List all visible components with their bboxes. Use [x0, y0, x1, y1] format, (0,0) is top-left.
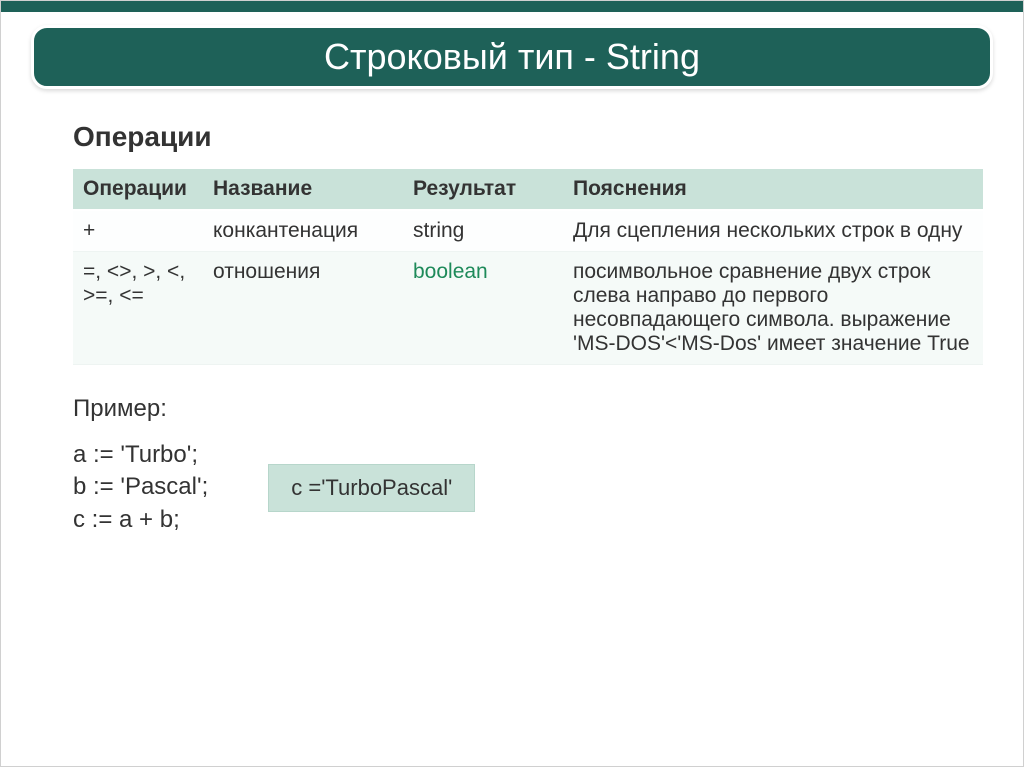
example-block: Пример: a := 'Turbo'; b := 'Pascal'; c :… [73, 395, 983, 536]
table-header-desc: Пояснения [563, 169, 983, 210]
cell-result: string [403, 210, 563, 252]
table-header-name: Название [203, 169, 403, 210]
cell-result: boolean [403, 252, 563, 365]
code-line: c := a + b; [73, 504, 208, 536]
cell-desc: Для сцепления нескольких строк в одну [563, 210, 983, 252]
slide-title: Строковый тип - String [324, 36, 700, 78]
table-header-result: Результат [403, 169, 563, 210]
cell-name: отношения [203, 252, 403, 365]
table-header-op: Операции [73, 169, 203, 210]
cell-desc: посимвольное сравнение двух строк слева … [563, 252, 983, 365]
title-bar: Строковый тип - String [31, 25, 993, 89]
cell-op: + [73, 210, 203, 252]
table-header-row: Операции Название Результат Пояснения [73, 169, 983, 210]
top-stripe [1, 1, 1023, 12]
example-code: a := 'Turbo'; b := 'Pascal'; c := a + b; [73, 439, 208, 536]
cell-op: =, <>, >, <, >=, <= [73, 252, 203, 365]
section-heading: Операции [73, 121, 983, 153]
example-row: a := 'Turbo'; b := 'Pascal'; c := a + b;… [73, 439, 983, 536]
code-line: b := 'Pascal'; [73, 471, 208, 503]
example-result: c ='TurboPascal' [268, 464, 475, 512]
slide-container: Строковый тип - String Операции Операции… [0, 0, 1024, 767]
example-label: Пример: [73, 395, 983, 423]
content-area: Операции Операции Название Результат Поя… [73, 121, 983, 536]
operations-table: Операции Название Результат Пояснения + … [73, 169, 983, 365]
cell-name: конкантенация [203, 210, 403, 252]
code-line: a := 'Turbo'; [73, 439, 208, 471]
table-row: + конкантенация string Для сцепления нес… [73, 210, 983, 252]
table-row: =, <>, >, <, >=, <= отношения boolean по… [73, 252, 983, 365]
